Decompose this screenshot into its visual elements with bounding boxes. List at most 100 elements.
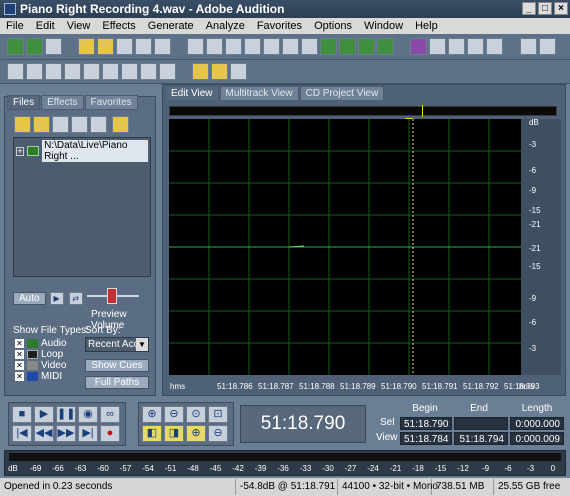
waveform-display[interactable] <box>169 119 521 375</box>
file-type-loop[interactable]: ✕ Loop <box>15 349 67 360</box>
new-file-icon[interactable] <box>78 38 96 55</box>
help-icon[interactable] <box>230 63 248 80</box>
sel-begin-field[interactable]: 51:18.790 <box>400 417 452 430</box>
save-as-icon[interactable] <box>135 38 153 55</box>
stats-icon[interactable] <box>102 63 119 80</box>
zoom-left-icon[interactable]: ◧ <box>142 425 162 442</box>
multitrack-view-icon[interactable] <box>26 38 43 55</box>
sel-length-field[interactable]: 0:000.000 <box>510 417 564 430</box>
close-file-icon[interactable] <box>71 116 88 133</box>
zoom-icon[interactable] <box>83 63 100 80</box>
import-icon[interactable] <box>14 116 31 133</box>
tab-cd-project-view[interactable]: CD Project View <box>299 86 385 101</box>
panel-icon[interactable] <box>140 63 157 80</box>
checkbox[interactable]: ✕ <box>15 350 24 359</box>
time-select-icon[interactable] <box>519 38 537 55</box>
file-list[interactable]: + N:\Data\Live\Piano Right ... <box>13 137 151 277</box>
slider-thumb[interactable] <box>106 288 117 304</box>
play-icon[interactable]: ▶ <box>49 291 64 305</box>
copy-icon[interactable] <box>244 38 262 55</box>
menu-window[interactable]: Window <box>358 20 409 32</box>
redo-icon[interactable] <box>206 38 224 55</box>
sort-dropdown[interactable]: Recent Acce ▼ <box>85 337 149 352</box>
mix-paste-icon[interactable] <box>339 38 357 55</box>
tab-files[interactable]: Files <box>7 95 41 110</box>
edit-file-icon[interactable] <box>90 116 107 133</box>
frequency-icon[interactable] <box>429 38 447 55</box>
play-to-end-icon[interactable]: ◉ <box>78 406 98 423</box>
chevron-down-icon[interactable]: ▼ <box>136 338 148 351</box>
cut-icon[interactable] <box>282 38 300 55</box>
save-icon[interactable] <box>116 38 134 55</box>
checkbox[interactable]: ✕ <box>15 361 24 370</box>
tab-edit-view[interactable]: Edit View <box>165 86 219 101</box>
pause-icon[interactable]: ❚❚ <box>56 406 76 423</box>
zoom-vertical-in-icon[interactable]: ⊕ <box>186 425 206 442</box>
file-type-video[interactable]: ✕ Video <box>15 360 67 371</box>
checkbox[interactable]: ✕ <box>15 372 24 381</box>
repeat-icon[interactable] <box>225 38 243 55</box>
edit-view-icon[interactable] <box>7 38 24 55</box>
menu-file[interactable]: File <box>0 20 30 32</box>
go-to-end-icon[interactable]: ▶| <box>78 425 98 442</box>
paste-new-icon[interactable] <box>320 38 338 55</box>
loop-icon[interactable]: ∞ <box>100 406 120 423</box>
envelope-icon[interactable] <box>410 38 428 55</box>
maximize-button[interactable]: □ <box>538 2 552 15</box>
open-file-icon[interactable] <box>97 38 115 55</box>
auto-play-button[interactable]: Auto <box>13 291 46 305</box>
loop-icon[interactable]: ⇄ <box>68 291 83 305</box>
levels-icon[interactable] <box>121 63 138 80</box>
menu-analyze[interactable]: Analyze <box>200 20 251 32</box>
grid-3-icon[interactable] <box>486 38 504 55</box>
rewind-icon[interactable]: ◀◀ <box>34 425 54 442</box>
menu-favorites[interactable]: Favorites <box>251 20 308 32</box>
tab-effects[interactable]: Effects <box>41 95 84 110</box>
go-to-start-icon[interactable]: |◀ <box>12 425 32 442</box>
undo-icon[interactable] <box>187 38 205 55</box>
minimize-button[interactable]: _ <box>522 2 536 15</box>
stop-icon[interactable]: ■ <box>12 406 32 423</box>
tab-multitrack-view[interactable]: Multitrack View <box>219 86 299 101</box>
menu-generate[interactable]: Generate <box>142 20 200 32</box>
options-icon[interactable] <box>112 116 130 133</box>
record-icon[interactable]: ● <box>100 425 120 442</box>
menu-effects[interactable]: Effects <box>96 20 141 32</box>
fast-forward-icon[interactable]: ▶▶ <box>56 425 76 442</box>
menu-help[interactable]: Help <box>409 20 444 32</box>
menu-view[interactable]: View <box>61 20 97 32</box>
show-cues-button[interactable]: Show Cues <box>85 359 149 372</box>
mixer-icon[interactable] <box>159 63 176 80</box>
zoom-in-icon[interactable]: ⊕ <box>142 406 162 423</box>
paste-icon[interactable] <box>301 38 319 55</box>
play-cursor-icon[interactable] <box>64 63 81 80</box>
grid-icon[interactable] <box>448 38 466 55</box>
tab-favorites[interactable]: Favorites <box>84 95 138 110</box>
overview-bar[interactable] <box>169 105 557 117</box>
view-length-field[interactable]: 0:000.009 <box>510 432 564 445</box>
file-type-midi[interactable]: ✕ MIDI <box>15 371 67 382</box>
zoom-out-icon[interactable]: ⊖ <box>164 406 184 423</box>
list-item[interactable]: + N:\Data\Live\Piano Right ... <box>14 138 150 164</box>
grid-2-icon[interactable] <box>467 38 485 55</box>
cd-view-icon[interactable] <box>45 38 62 55</box>
save-all-icon[interactable] <box>154 38 172 55</box>
metronome-icon[interactable] <box>192 63 210 80</box>
sel-end-field[interactable] <box>454 417 508 430</box>
preview-volume-slider[interactable] <box>86 287 139 309</box>
checkbox[interactable]: ✕ <box>15 339 24 348</box>
trim-icon[interactable] <box>358 38 376 55</box>
full-paths-button[interactable]: Full Paths <box>85 376 149 389</box>
zoom-vertical-out-icon[interactable]: ⊖ <box>208 425 228 442</box>
menu-options[interactable]: Options <box>308 20 358 32</box>
play-icon[interactable]: ▶ <box>34 406 54 423</box>
window-1-icon[interactable] <box>7 63 24 80</box>
zoom-right-icon[interactable]: ◨ <box>164 425 184 442</box>
expand-icon[interactable]: + <box>16 146 24 156</box>
view-begin-field[interactable]: 51:18.784 <box>400 432 452 445</box>
file-type-audio[interactable]: ✕ Audio <box>15 338 67 349</box>
open-icon[interactable] <box>33 116 50 133</box>
view-end-field[interactable]: 51:18.794 <box>454 432 508 445</box>
window-2-icon[interactable] <box>26 63 43 80</box>
zoom-selection-icon[interactable]: ⊡ <box>208 406 228 423</box>
